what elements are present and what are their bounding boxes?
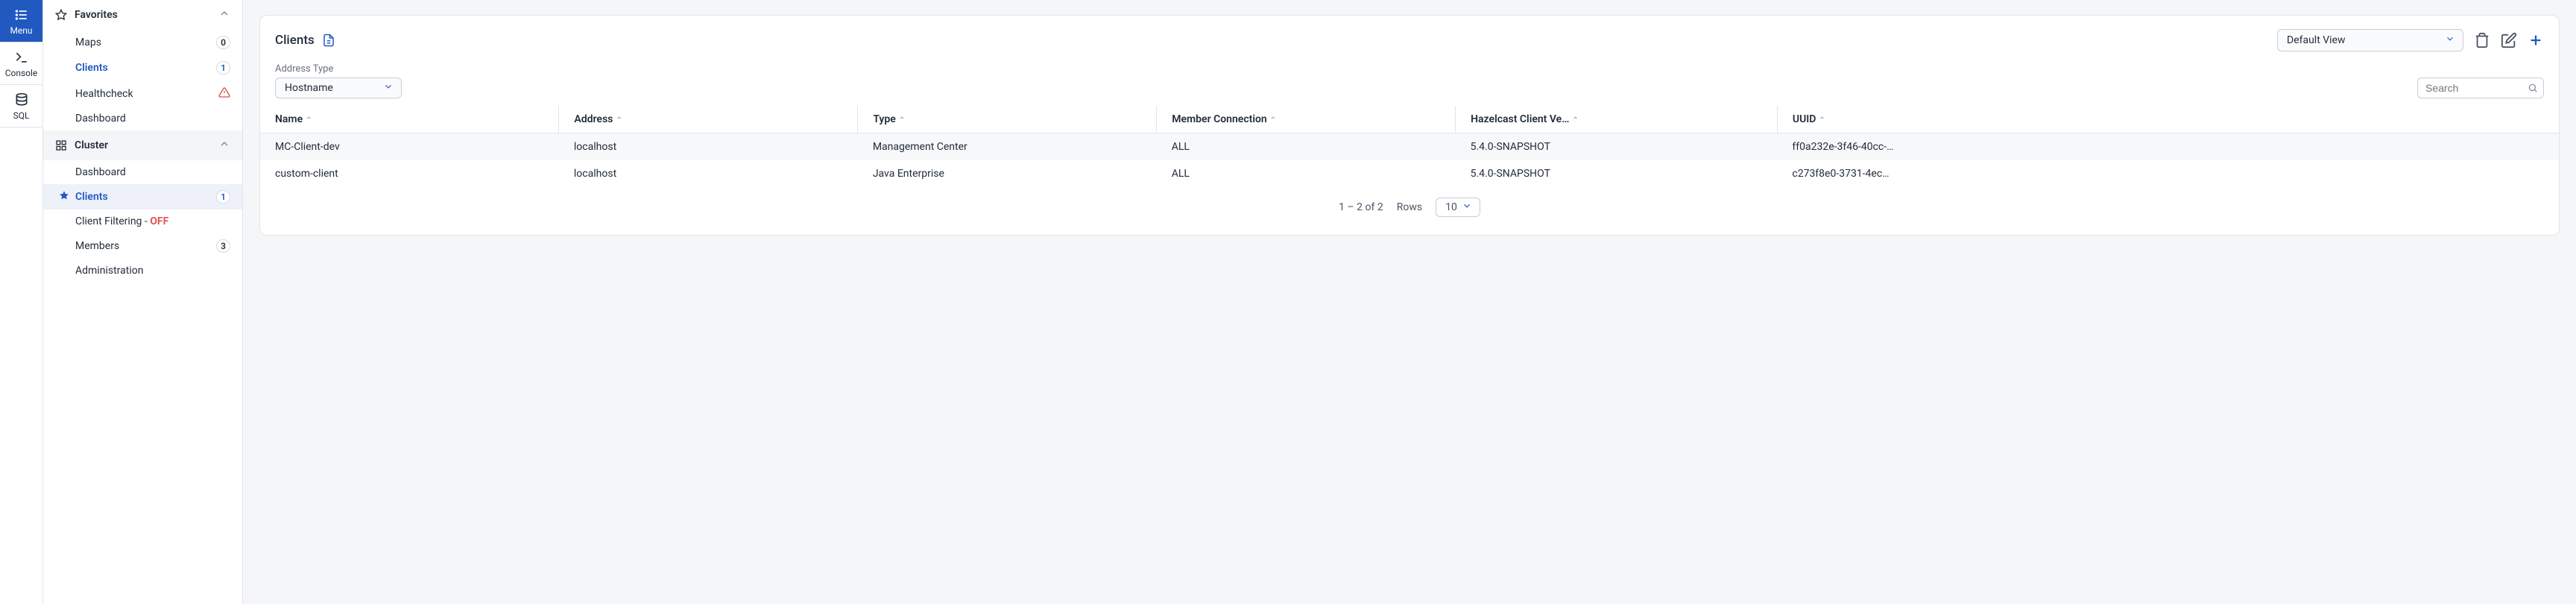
search-input[interactable] xyxy=(2417,78,2544,98)
count-badge: 3 xyxy=(216,239,230,253)
chevron-down-icon xyxy=(1462,201,1472,214)
sidebar-item-label: Dashboard xyxy=(75,113,126,125)
favorites-title: Favorites xyxy=(75,9,118,21)
sidebar-item-dashboard-fav[interactable]: Dashboard xyxy=(43,107,242,130)
col-member-connection[interactable]: Member Connection⌃ xyxy=(1157,106,1456,133)
star-outline-icon xyxy=(55,9,67,21)
view-select[interactable]: Default View xyxy=(2277,29,2463,51)
cell-address: localhost xyxy=(559,133,858,161)
cell-address: localhost xyxy=(559,160,858,187)
sort-icon: ⌃ xyxy=(306,116,312,125)
sidebar-item-label: Dashboard xyxy=(75,166,126,178)
cell-ver: 5.4.0-SNAPSHOT xyxy=(1456,160,1778,187)
rail-sql[interactable]: SQL xyxy=(0,85,42,128)
list-icon xyxy=(14,7,29,22)
cell-ver: 5.4.0-SNAPSHOT xyxy=(1456,133,1778,161)
address-type-label: Address Type xyxy=(275,63,402,75)
filter-bar: Address Type Hostname xyxy=(260,63,2559,106)
sidebar-item-dashboard[interactable]: Dashboard xyxy=(43,160,242,184)
rows-label: Rows xyxy=(1397,201,1422,213)
sidebar-item-label: Clients xyxy=(75,191,108,203)
cell-type: Java Enterprise xyxy=(858,160,1157,187)
rail-sql-label: SQL xyxy=(13,110,30,121)
warning-icon xyxy=(218,86,230,101)
trash-icon[interactable] xyxy=(2474,32,2490,48)
chevron-down-icon xyxy=(383,81,394,95)
sort-icon: ⌃ xyxy=(616,116,622,125)
plus-icon[interactable] xyxy=(2528,32,2544,48)
chevron-down-icon xyxy=(2445,34,2455,47)
sort-icon: ⌃ xyxy=(1270,116,1276,125)
col-type[interactable]: Type⌃ xyxy=(858,106,1157,133)
sidebar-item-clients-fav[interactable]: Clients 1 xyxy=(43,55,242,81)
sidebar-section-cluster[interactable]: Cluster xyxy=(43,130,242,160)
sidebar-item-administration[interactable]: Administration xyxy=(43,259,242,283)
sidebar-section-favorites[interactable]: Favorites xyxy=(43,0,242,30)
sidebar-item-label: Members xyxy=(75,240,119,252)
page-title-text: Clients xyxy=(275,33,315,48)
rail-console-label: Console xyxy=(5,68,38,78)
col-hz-version[interactable]: Hazelcast Client Ve…⌃ xyxy=(1456,106,1778,133)
star-icon xyxy=(59,190,69,204)
view-select-value: Default View xyxy=(2287,34,2346,46)
sidebar-item-healthcheck[interactable]: Healthcheck xyxy=(43,81,242,107)
sort-icon: ⌃ xyxy=(899,116,905,125)
pagination: 1 – 2 of 2 Rows 10 xyxy=(260,187,2559,217)
chevron-up-icon xyxy=(218,7,230,22)
edit-icon[interactable] xyxy=(2501,32,2517,48)
sidebar: Favorites Maps 0 Clients 1 Healthcheck D… xyxy=(43,0,243,604)
sidebar-item-members[interactable]: Members 3 xyxy=(43,233,242,259)
rows-value: 10 xyxy=(1445,201,1457,213)
cell-name: MC-Client-dev xyxy=(260,133,559,161)
sidebar-item-maps[interactable]: Maps 0 xyxy=(43,30,242,55)
sidebar-item-label: Maps xyxy=(75,37,101,48)
cluster-title: Cluster xyxy=(75,139,108,151)
grid-icon xyxy=(55,139,67,151)
table-row[interactable]: MC-Client-dev localhost Management Cente… xyxy=(260,133,2559,161)
sidebar-item-clients[interactable]: Clients 1 xyxy=(43,184,242,210)
count-badge: 1 xyxy=(216,61,230,75)
sort-icon: ⌃ xyxy=(1819,116,1825,125)
col-address[interactable]: Address⌃ xyxy=(559,106,858,133)
address-type-value: Hostname xyxy=(285,82,333,94)
page-title: Clients xyxy=(275,33,335,48)
cell-mc: ALL xyxy=(1157,133,1456,161)
database-icon xyxy=(14,92,29,107)
cell-type: Management Center xyxy=(858,133,1157,161)
status-off: OFF xyxy=(150,216,168,227)
sidebar-item-label: Healthcheck xyxy=(75,88,133,100)
clients-table: Name⌃ Address⌃ Type⌃ Member Connection⌃ … xyxy=(260,106,2559,187)
count-badge: 1 xyxy=(216,190,230,204)
main-content: Clients Default View Address Type Hostna… xyxy=(243,0,2576,604)
address-type-select[interactable]: Hostname xyxy=(275,78,402,98)
cell-mc: ALL xyxy=(1157,160,1456,187)
sort-icon: ⌃ xyxy=(1572,116,1578,125)
col-uuid[interactable]: UUID⌃ xyxy=(1777,106,2559,133)
rows-per-page-select[interactable]: 10 xyxy=(1436,198,1480,217)
rail-console[interactable]: Console xyxy=(0,43,42,85)
panel-header: Clients Default View xyxy=(260,29,2559,63)
cell-uuid: c273f8e0-3731-4ec… xyxy=(1777,160,2559,187)
address-type-filter: Address Type Hostname xyxy=(275,63,402,98)
table-header-row: Name⌃ Address⌃ Type⌃ Member Connection⌃ … xyxy=(260,106,2559,133)
terminal-icon xyxy=(14,50,29,65)
app-rail: Menu Console SQL xyxy=(0,0,43,604)
rail-menu[interactable]: Menu xyxy=(0,0,42,43)
cell-name: custom-client xyxy=(260,160,559,187)
count-badge: 0 xyxy=(216,36,230,49)
sidebar-item-client-filtering[interactable]: Client Filtering - OFF xyxy=(43,210,242,233)
col-name[interactable]: Name⌃ xyxy=(260,106,559,133)
sidebar-item-label: Client Filtering - OFF xyxy=(75,216,168,227)
clients-panel: Clients Default View Address Type Hostna… xyxy=(259,15,2560,236)
sidebar-item-label: Administration xyxy=(75,265,143,277)
cell-uuid: ff0a232e-3f46-40cc-… xyxy=(1777,133,2559,161)
search-icon xyxy=(2528,83,2538,93)
document-icon[interactable] xyxy=(322,34,335,47)
table-row[interactable]: custom-client localhost Java Enterprise … xyxy=(260,160,2559,187)
chevron-up-icon xyxy=(218,138,230,153)
page-range: 1 – 2 of 2 xyxy=(1339,201,1383,213)
search-box xyxy=(2417,78,2544,98)
rail-menu-label: Menu xyxy=(10,25,32,36)
sidebar-item-label: Clients xyxy=(75,62,108,74)
